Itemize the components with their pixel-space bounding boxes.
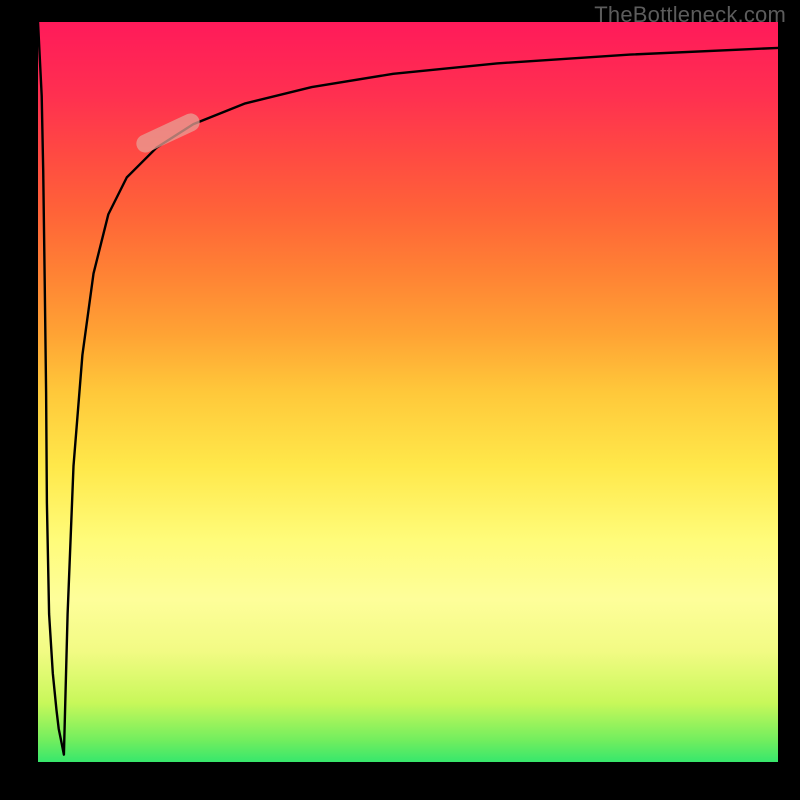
highlight-marker [133, 110, 202, 155]
chart-frame: TheBottleneck.com [0, 0, 800, 800]
plot-area [38, 22, 778, 762]
watermark-label: TheBottleneck.com [594, 2, 786, 28]
